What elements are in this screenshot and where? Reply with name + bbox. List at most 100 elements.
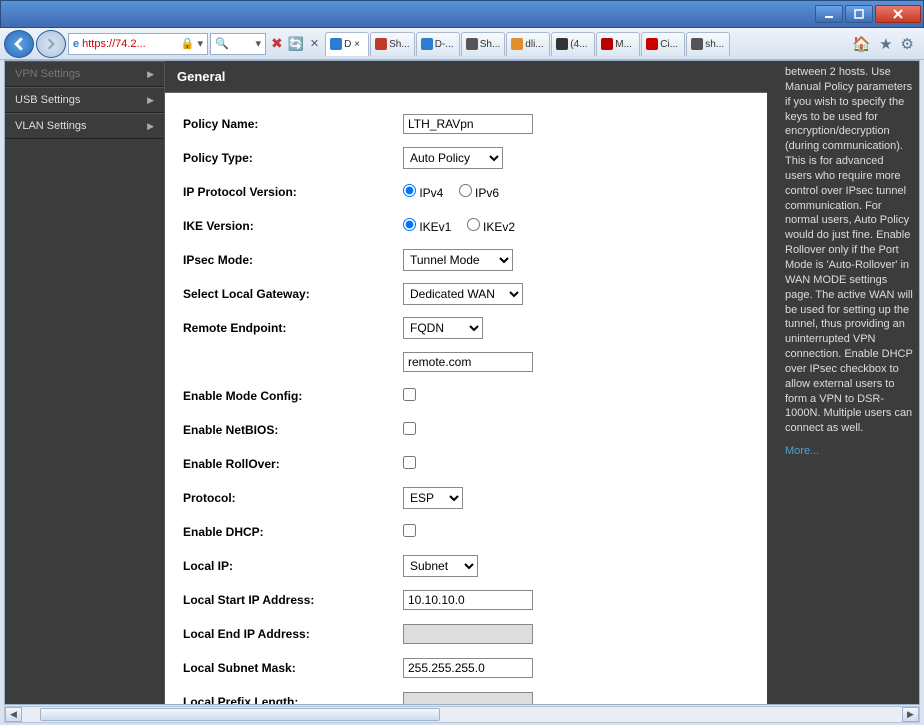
- sidebar-item[interactable]: USB Settings ▶: [5, 87, 164, 113]
- enable-dhcp-checkbox[interactable]: [403, 524, 416, 537]
- local-gateway-label: Select Local Gateway:: [183, 287, 403, 301]
- sidebar: VPN Settings ▶ USB Settings ▶ VLAN Settings▶: [5, 61, 165, 704]
- sidebar-item-label: VPN Settings: [15, 68, 80, 80]
- window-close-button[interactable]: [875, 5, 921, 23]
- section-header: General: [165, 61, 767, 93]
- enable-mode-config-checkbox[interactable]: [403, 388, 416, 401]
- address-text: https://74.2...: [82, 38, 146, 50]
- enable-mode-config-label: Enable Mode Config:: [183, 389, 403, 403]
- favicon-icon: [466, 38, 478, 50]
- enable-rollover-label: Enable RollOver:: [183, 457, 403, 471]
- stop-icon[interactable]: ✖: [271, 35, 283, 52]
- local-prefix-length-label: Local Prefix Length:: [183, 695, 403, 704]
- chevron-right-icon: ▶: [147, 95, 154, 106]
- ie-icon: e: [73, 38, 79, 50]
- tab-label: D ×: [344, 39, 360, 50]
- policy-type-select[interactable]: Auto Policy: [403, 147, 503, 169]
- ikev1-radio[interactable]: [403, 218, 416, 231]
- back-button[interactable]: [4, 30, 34, 58]
- tab-label: sh...: [705, 39, 724, 50]
- window-minimize-button[interactable]: [815, 5, 843, 23]
- ikev2-radio[interactable]: [467, 218, 480, 231]
- local-end-ip-label: Local End IP Address:: [183, 627, 403, 641]
- enable-dhcp-label: Enable DHCP:: [183, 525, 403, 539]
- ipsec-mode-label: IPsec Mode:: [183, 253, 403, 267]
- chevron-right-icon: ▶: [147, 69, 154, 80]
- lock-icon: 🔒: [181, 37, 195, 50]
- favicon-icon: [375, 38, 387, 50]
- ipv4-label: IPv4: [419, 186, 443, 200]
- local-subnet-mask-label: Local Subnet Mask:: [183, 661, 403, 675]
- browser-toolbar: e https://74.2... 🔒 ▾ 🔍 ▾ ✖ 🔄 ✕ D × Sh...…: [0, 28, 924, 60]
- enable-netbios-checkbox[interactable]: [403, 422, 416, 435]
- local-ip-label: Local IP:: [183, 559, 403, 573]
- local-end-ip-input: [403, 624, 533, 644]
- help-text: between 2 hosts. Use Manual Policy param…: [785, 66, 913, 434]
- help-more-link[interactable]: More...: [785, 444, 913, 459]
- policy-name-label: Policy Name:: [183, 117, 403, 131]
- ike-version-label: IKE Version:: [183, 219, 403, 233]
- ikev1-label: IKEv1: [419, 220, 451, 234]
- ipv4-radio[interactable]: [403, 184, 416, 197]
- browser-tab[interactable]: sh...: [686, 32, 730, 56]
- remote-endpoint-label: Remote Endpoint:: [183, 321, 403, 335]
- local-gateway-select[interactable]: Dedicated WAN: [403, 283, 523, 305]
- protocol-label: Protocol:: [183, 491, 403, 505]
- browser-tab[interactable]: Sh...: [461, 32, 506, 56]
- ipv6-radio[interactable]: [459, 184, 472, 197]
- ipv6-label: IPv6: [475, 186, 499, 200]
- tab-label: dli...: [525, 39, 543, 50]
- sidebar-item[interactable]: VPN Settings ▶: [5, 61, 164, 87]
- local-ip-select[interactable]: Subnet: [403, 555, 478, 577]
- tab-label: M...: [615, 39, 632, 50]
- scroll-thumb[interactable]: [40, 708, 440, 721]
- dropdown-icon[interactable]: ▾: [197, 37, 203, 50]
- browser-tab[interactable]: D ×: [325, 32, 369, 56]
- browser-tab[interactable]: M...: [596, 32, 640, 56]
- ipsec-mode-select[interactable]: Tunnel Mode: [403, 249, 513, 271]
- scroll-right-button[interactable]: ▶: [902, 707, 919, 722]
- tab-label: D-...: [435, 39, 454, 50]
- window-maximize-button[interactable]: [845, 5, 873, 23]
- address-bar[interactable]: e https://74.2... 🔒 ▾: [68, 33, 208, 55]
- favicon-icon: [691, 38, 703, 50]
- close-tab-icon[interactable]: ✕: [310, 37, 319, 50]
- local-start-ip-input[interactable]: [403, 590, 533, 610]
- forward-button[interactable]: [36, 30, 66, 58]
- enable-netbios-label: Enable NetBIOS:: [183, 423, 403, 437]
- page-viewport: VPN Settings ▶ USB Settings ▶ VLAN Settings▶…: [4, 60, 920, 705]
- browser-tab[interactable]: Sh...: [370, 32, 415, 56]
- tools-icon[interactable]: ⚙: [901, 35, 914, 53]
- local-prefix-length-input: [403, 692, 533, 704]
- favicon-icon: [646, 38, 658, 50]
- scroll-left-button[interactable]: ◀: [5, 707, 22, 722]
- browser-tab[interactable]: dli...: [506, 32, 550, 56]
- window-titlebar: [0, 0, 924, 28]
- horizontal-scrollbar[interactable]: ◀ ▶: [4, 706, 920, 723]
- tab-label: Sh...: [389, 39, 410, 50]
- browser-tab[interactable]: Ci...: [641, 32, 685, 56]
- protocol-select[interactable]: ESP: [403, 487, 463, 509]
- sidebar-item[interactable]: VLAN Settings▶: [5, 113, 164, 139]
- favicon-icon: [601, 38, 613, 50]
- policy-name-input[interactable]: [403, 114, 533, 134]
- browser-tab[interactable]: (4...: [551, 32, 595, 56]
- browser-tab[interactable]: D-...: [416, 32, 460, 56]
- remote-host-input[interactable]: [403, 352, 533, 372]
- enable-rollover-checkbox[interactable]: [403, 456, 416, 469]
- local-subnet-mask-input[interactable]: [403, 658, 533, 678]
- sidebar-item-label: VLAN Settings: [15, 120, 87, 132]
- dropdown-icon[interactable]: ▾: [255, 37, 261, 50]
- tab-label: Sh...: [480, 39, 501, 50]
- policy-type-label: Policy Type:: [183, 151, 403, 165]
- favicon-icon: [556, 38, 568, 50]
- tab-label: (4...: [570, 39, 587, 50]
- favicon-icon: [511, 38, 523, 50]
- refresh-icon[interactable]: 🔄: [288, 36, 304, 52]
- search-icon: 🔍: [215, 37, 229, 50]
- favorites-icon[interactable]: ★: [879, 35, 892, 53]
- sidebar-item-label: USB Settings: [15, 94, 80, 106]
- search-box[interactable]: 🔍 ▾: [210, 33, 266, 55]
- remote-endpoint-select[interactable]: FQDN: [403, 317, 483, 339]
- home-icon[interactable]: 🏠: [852, 35, 871, 53]
